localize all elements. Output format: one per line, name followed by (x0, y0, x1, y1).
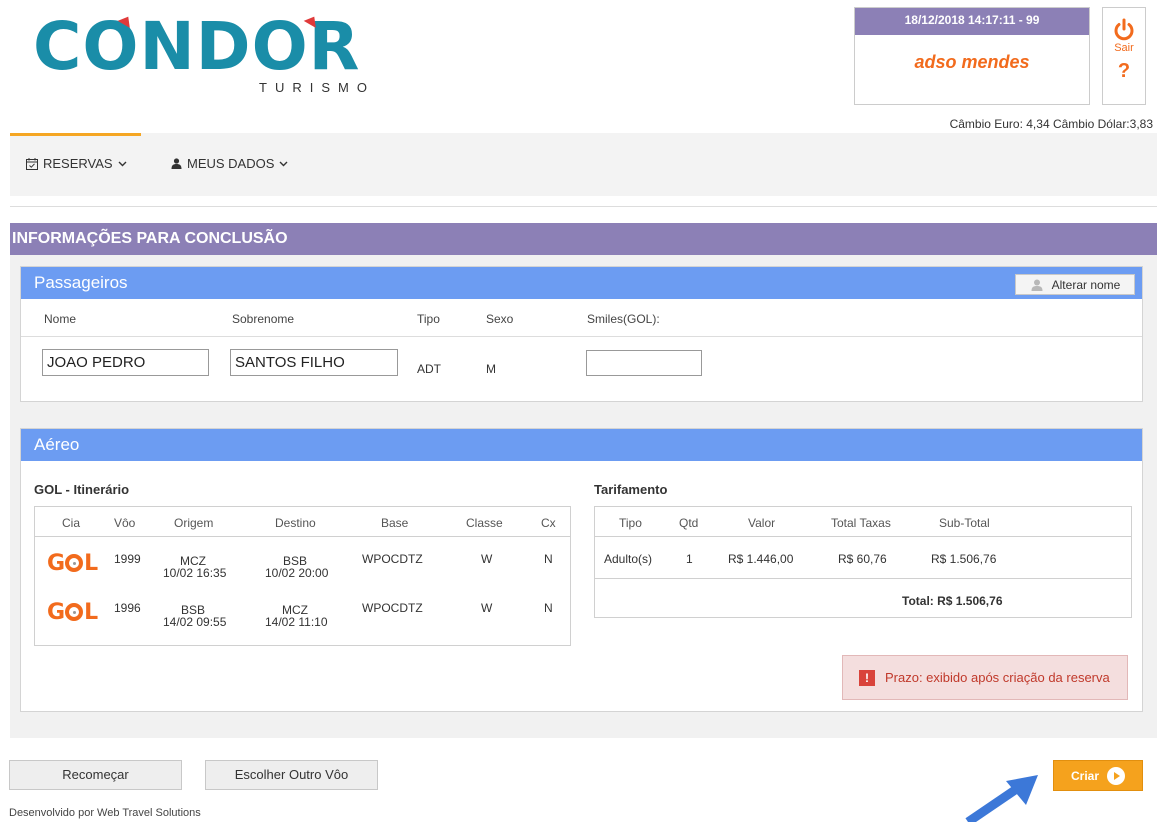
flight-number: 1999 (114, 552, 141, 566)
column-total-taxas: Total Taxas (831, 516, 891, 530)
alter-name-button[interactable]: Alterar nome (1015, 274, 1135, 295)
fare-taxes: R$ 60,76 (838, 552, 887, 566)
flight-number: 1996 (114, 601, 141, 615)
annotation-arrow-icon (965, 775, 1038, 822)
gol-logo: GL (47, 551, 98, 576)
column-smiles: Smiles(GOL): (587, 312, 660, 326)
fare-value: R$ 1.446,00 (728, 552, 794, 566)
row-divider (595, 578, 1131, 579)
fare-subtotal: R$ 1.506,76 (931, 552, 997, 566)
panel-title: INFORMAÇÕES PARA CONCLUSÃO (10, 223, 1157, 255)
fare-base: WPOCDTZ (362, 552, 423, 566)
column-tipo: Tipo (417, 312, 440, 326)
passenger-row: JOAO PEDRO SANTOS FILHO ADT M (21, 337, 1142, 399)
column-tipo: Tipo (619, 516, 642, 530)
column-nome: Nome (44, 312, 77, 326)
itinerary-columns: Cia Vôo Origem Destino Base Classe Cx (35, 507, 570, 537)
column-voo: Vôo (114, 516, 136, 530)
exchange-rates: Câmbio Euro: 4,34 Câmbio Dólar:3,83 (949, 117, 1153, 131)
nav-item-label: RESERVAS (43, 156, 113, 171)
fare-total: Total: R$ 1.506,76 (902, 594, 1003, 608)
column-sub-total: Sub-Total (939, 516, 990, 530)
destination-datetime: 14/02 11:10 (265, 615, 328, 629)
deadline-text: Prazo: exibido após criação da reserva (885, 670, 1110, 685)
deadline-alert: ! Prazo: exibido após criação da reserva (842, 655, 1128, 700)
passengers-header: Passageiros Alterar nome (21, 267, 1142, 299)
fares-title: Tarifamento (594, 482, 668, 497)
column-cx: Cx (541, 516, 556, 530)
origin-datetime: 10/02 16:35 (163, 566, 227, 580)
user-icon (171, 158, 182, 169)
condor-logo[interactable]: CONDOR TURISMO (33, 13, 393, 104)
chevron-down-icon (118, 161, 127, 166)
create-button[interactable]: Criar (1053, 760, 1143, 791)
smiles-field[interactable] (586, 350, 702, 376)
choose-other-flight-button[interactable]: Escolher Outro Vôo (205, 760, 378, 790)
exit-help-box: Sair ? (1102, 7, 1146, 105)
column-classe: Classe (466, 516, 503, 530)
nav-item-meus-dados[interactable]: MEUS DADOS (171, 156, 288, 171)
cx-value: N (544, 552, 553, 566)
fare-class: W (481, 601, 493, 615)
itinerary-title: GOL - Itinerário (34, 482, 130, 497)
restart-button[interactable]: Recomeçar (9, 760, 182, 790)
destination-datetime: 10/02 20:00 (265, 566, 329, 580)
column-cia: Cia (62, 516, 81, 530)
fares-table: Tipo Qtd Valor Total Taxas Sub-Total Adu… (594, 506, 1132, 618)
fare-class: W (481, 552, 493, 566)
passenger-type: ADT (417, 362, 441, 376)
column-base: Base (381, 516, 409, 530)
column-destino: Destino (275, 516, 316, 530)
arrow-right-circle-icon (1107, 766, 1125, 785)
origin-datetime: 14/02 09:55 (163, 615, 227, 629)
conclusion-panel: INFORMAÇÕES PARA CONCLUSÃO Passageiros A… (10, 223, 1157, 738)
create-button-label: Criar (1070, 768, 1099, 783)
column-qtd: Qtd (679, 516, 699, 530)
calendar-check-icon (26, 157, 38, 170)
column-valor: Valor (748, 516, 776, 530)
logo-subtitle: TURISMO (259, 80, 375, 95)
itinerary-table: Cia Vôo Origem Destino Base Classe Cx GL… (34, 506, 571, 646)
user-name: adso mendes (914, 52, 1030, 72)
developer-credit: Desenvolvido por Web Travel Solutions (9, 807, 201, 819)
alter-name-label: Alterar nome (1051, 277, 1121, 292)
fare-quantity: 1 (686, 552, 693, 566)
air-header: Aéreo (21, 429, 1142, 461)
fares-columns: Tipo Qtd Valor Total Taxas Sub-Total (595, 507, 1131, 537)
passenger-sex: M (486, 362, 496, 376)
fare-type: Adulto(s) (604, 552, 653, 566)
passengers-columns: Nome Sobrenome Tipo Sexo Smiles(GOL): (21, 299, 1142, 337)
main-nav: RESERVAS MEUS DADOS (10, 133, 1157, 196)
user-info-box: 18/12/2018 14:17:11 - 99 adso mendes (854, 7, 1090, 105)
air-title: Aéreo (34, 435, 80, 454)
chevron-down-icon (279, 161, 288, 166)
gol-logo: GL (47, 600, 98, 625)
cx-value: N (544, 601, 553, 615)
alert-icon: ! (859, 669, 875, 686)
passengers-title: Passageiros (34, 273, 128, 292)
user-icon (1031, 279, 1043, 291)
passengers-card: Passageiros Alterar nome Nome Sobrenome … (20, 266, 1143, 402)
nav-item-label: MEUS DADOS (187, 156, 275, 171)
help-icon[interactable]: ? (1103, 60, 1145, 83)
first-name-field[interactable]: JOAO PEDRO (42, 349, 209, 376)
fare-base: WPOCDTZ (362, 601, 423, 615)
nav-active-indicator (10, 133, 141, 136)
nav-item-reservas[interactable]: RESERVAS (26, 156, 127, 171)
power-icon[interactable] (1112, 18, 1136, 42)
column-sexo: Sexo (486, 312, 514, 326)
session-datetime: 18/12/2018 14:17:11 - 99 (855, 8, 1089, 35)
column-sobrenome: Sobrenome (232, 312, 295, 326)
column-origem: Origem (174, 516, 214, 530)
exit-link[interactable]: Sair (1103, 42, 1145, 54)
last-name-field[interactable]: SANTOS FILHO (230, 349, 398, 376)
section-divider (10, 206, 1157, 207)
